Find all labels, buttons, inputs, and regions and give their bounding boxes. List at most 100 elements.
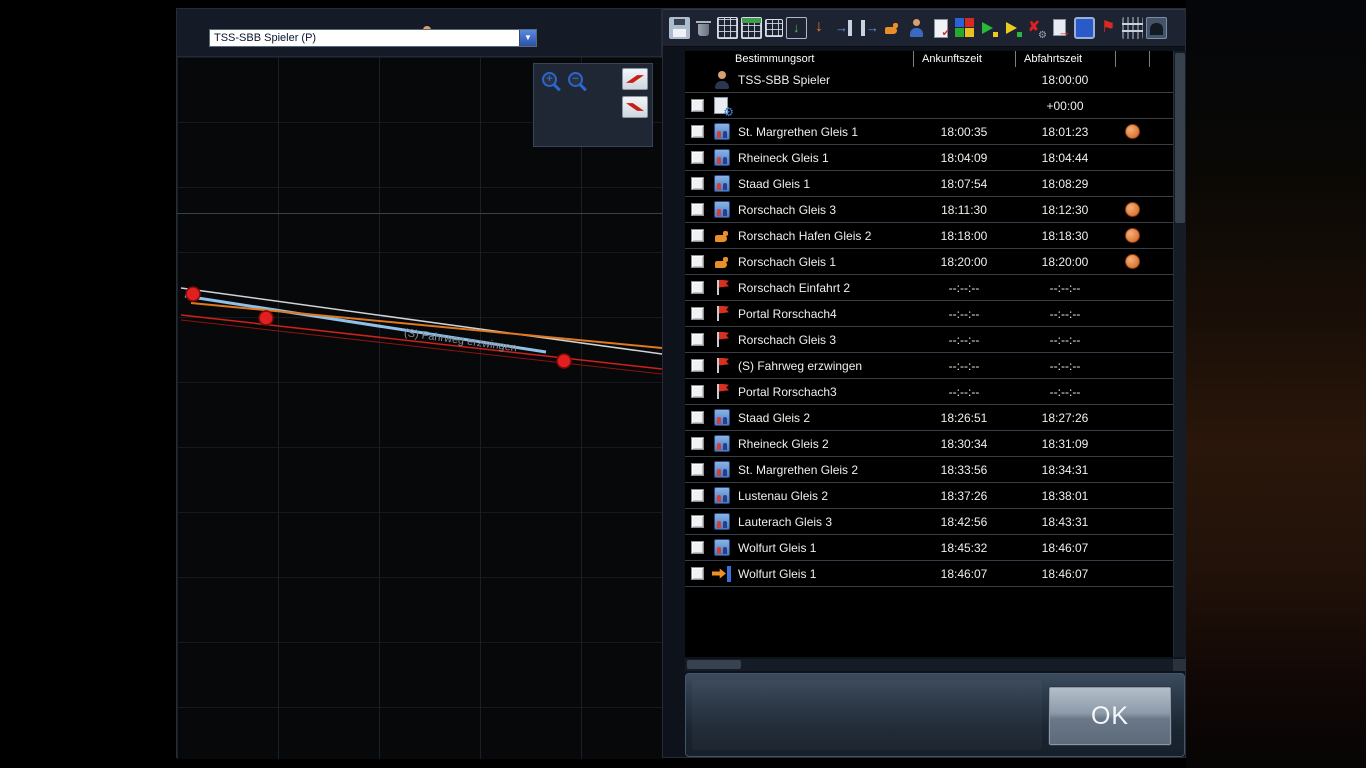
ok-button[interactable]: OK [1048, 686, 1172, 746]
table-row[interactable]: Portal Rorschach4 --:--:-- --:--:-- [685, 301, 1173, 327]
row-checkbox[interactable] [691, 437, 704, 450]
route-green-icon[interactable] [978, 17, 999, 39]
table-row[interactable]: Staad Gleis 1 18:07:54 18:08:29 [685, 171, 1173, 197]
horizontal-scrollbar-thumb[interactable] [687, 660, 741, 669]
waypoint-marker [186, 287, 200, 301]
table-row[interactable]: Rorschach Hafen Gleis 2 18:18:00 18:18:3… [685, 223, 1173, 249]
grid-plus-icon[interactable] [741, 17, 762, 39]
table-row[interactable]: Portal Rorschach3 --:--:-- --:--:-- [685, 379, 1173, 405]
depot-icon[interactable] [1146, 17, 1167, 39]
departure-time: 18:12:30 [1015, 203, 1115, 217]
remove-row-icon[interactable] [810, 17, 831, 39]
grid-icon[interactable] [717, 17, 738, 39]
flag-icon[interactable] [1098, 17, 1119, 39]
table-row[interactable]: Lustenau Gleis 2 18:37:26 18:38:01 [685, 483, 1173, 509]
hand-icon [712, 252, 732, 272]
row-checkbox[interactable] [691, 151, 704, 164]
toolbar [663, 9, 1185, 47]
table-row[interactable]: TSS-SBB Spieler 18:00:00 [685, 67, 1173, 93]
table-row[interactable]: Rorschach Gleis 3 --:--:-- --:--:-- [685, 327, 1173, 353]
departure-time: --:--:-- [1015, 359, 1115, 373]
delete-icon[interactable] [693, 17, 714, 39]
schedule-panel: Bestimmungsort Ankunftszeit Abfahrtszeit… [662, 8, 1186, 758]
header-destination: Bestimmungsort [735, 51, 913, 67]
graph-canvas[interactable]: (S) Fahrweg erzwingen [177, 57, 663, 759]
table-row[interactable]: Staad Gleis 2 18:26:51 18:27:26 [685, 405, 1173, 431]
save-icon[interactable] [669, 17, 690, 39]
cancel-icon[interactable] [1026, 17, 1047, 39]
game-world-background [1186, 0, 1366, 768]
table-row[interactable]: Wolfurt Gleis 1 18:46:07 18:46:07 [685, 561, 1173, 587]
station-icon [712, 408, 732, 428]
departure-time: 18:04:44 [1015, 151, 1115, 165]
row-checkbox[interactable] [691, 567, 704, 580]
table-row[interactable]: Wolfurt Gleis 1 18:45:32 18:46:07 [685, 535, 1173, 561]
hand-icon [712, 226, 732, 246]
station-icon [712, 174, 732, 194]
row-checkbox[interactable] [691, 541, 704, 554]
destination-label: TSS-SBB Spieler [735, 73, 913, 87]
row-checkbox[interactable] [691, 385, 704, 398]
row-checkbox[interactable] [691, 203, 704, 216]
horizontal-scrollbar[interactable] [685, 659, 1173, 671]
blue-box-icon[interactable] [1074, 17, 1095, 39]
slope-down-button[interactable] [622, 96, 648, 118]
row-checkbox[interactable] [691, 515, 704, 528]
row-checkbox[interactable] [691, 333, 704, 346]
vertical-scrollbar-thumb[interactable] [1175, 53, 1185, 223]
row-checkbox[interactable] [691, 359, 704, 372]
row-checkbox[interactable] [691, 125, 704, 138]
rails-icon[interactable] [1122, 17, 1143, 39]
arrival-time: 18:37:26 [913, 489, 1015, 503]
config-icon [712, 96, 732, 116]
station-icon [712, 486, 732, 506]
checklist-icon[interactable] [930, 17, 951, 39]
row-checkbox[interactable] [691, 489, 704, 502]
exit-icon [712, 564, 732, 584]
send-icon[interactable] [1050, 17, 1071, 39]
arrival-time: 18:33:56 [913, 463, 1015, 477]
arrival-time: --:--:-- [913, 281, 1015, 295]
table-row[interactable]: (S) Fahrweg erzwingen --:--:-- --:--:-- [685, 353, 1173, 379]
zoom-out-button[interactable] [566, 70, 590, 94]
table-row[interactable]: St. Margrethen Gleis 1 18:00:35 18:01:23 [685, 119, 1173, 145]
table-row[interactable]: St. Margrethen Gleis 2 18:33:56 18:34:31 [685, 457, 1173, 483]
chevron-down-icon[interactable]: ▼ [519, 30, 536, 46]
destination-label: Rheineck Gleis 2 [735, 437, 913, 451]
import-icon[interactable] [834, 17, 855, 39]
route-yellow-icon[interactable] [1002, 17, 1023, 39]
departure-time: +00:00 [1015, 99, 1115, 113]
door-icon[interactable] [858, 17, 879, 39]
row-checkbox[interactable] [691, 177, 704, 190]
row-checkbox[interactable] [691, 281, 704, 294]
destination-label: Rorschach Einfahrt 2 [735, 281, 913, 295]
table-row[interactable]: Rheineck Gleis 2 18:30:34 18:31:09 [685, 431, 1173, 457]
row-checkbox[interactable] [691, 99, 704, 112]
hand-icon[interactable] [882, 17, 903, 39]
table-row[interactable]: Rorschach Einfahrt 2 --:--:-- --:--:-- [685, 275, 1173, 301]
slope-up-button[interactable] [622, 68, 648, 90]
table-row[interactable]: Rorschach Gleis 1 18:20:00 18:20:00 [685, 249, 1173, 275]
header-departure: Abfahrtszeit [1015, 51, 1115, 67]
row-checkbox[interactable] [691, 411, 704, 424]
passenger-icon[interactable] [906, 17, 927, 39]
grid-small-icon[interactable] [765, 19, 783, 37]
zoom-in-button[interactable] [540, 70, 564, 94]
destination-label: Portal Rorschach3 [735, 385, 913, 399]
table-row[interactable]: Rorschach Gleis 3 18:11:30 18:12:30 [685, 197, 1173, 223]
player-select[interactable]: TSS-SBB Spieler (P) ▼ [209, 29, 537, 47]
row-checkbox[interactable] [691, 255, 704, 268]
insert-row-icon[interactable] [786, 17, 807, 39]
color-squares-icon[interactable] [954, 17, 975, 39]
vertical-scrollbar[interactable] [1173, 51, 1186, 657]
table-row[interactable]: Rheineck Gleis 1 18:04:09 18:04:44 [685, 145, 1173, 171]
row-checkbox[interactable] [691, 463, 704, 476]
flag-icon [712, 278, 732, 298]
table-row[interactable]: Lauterach Gleis 3 18:42:56 18:43:31 [685, 509, 1173, 535]
departure-time: 18:31:09 [1015, 437, 1115, 451]
row-checkbox[interactable] [691, 307, 704, 320]
table-row[interactable]: +00:00 [685, 93, 1173, 119]
destination-label: Wolfurt Gleis 1 [735, 541, 913, 555]
station-icon [712, 434, 732, 454]
row-checkbox[interactable] [691, 229, 704, 242]
